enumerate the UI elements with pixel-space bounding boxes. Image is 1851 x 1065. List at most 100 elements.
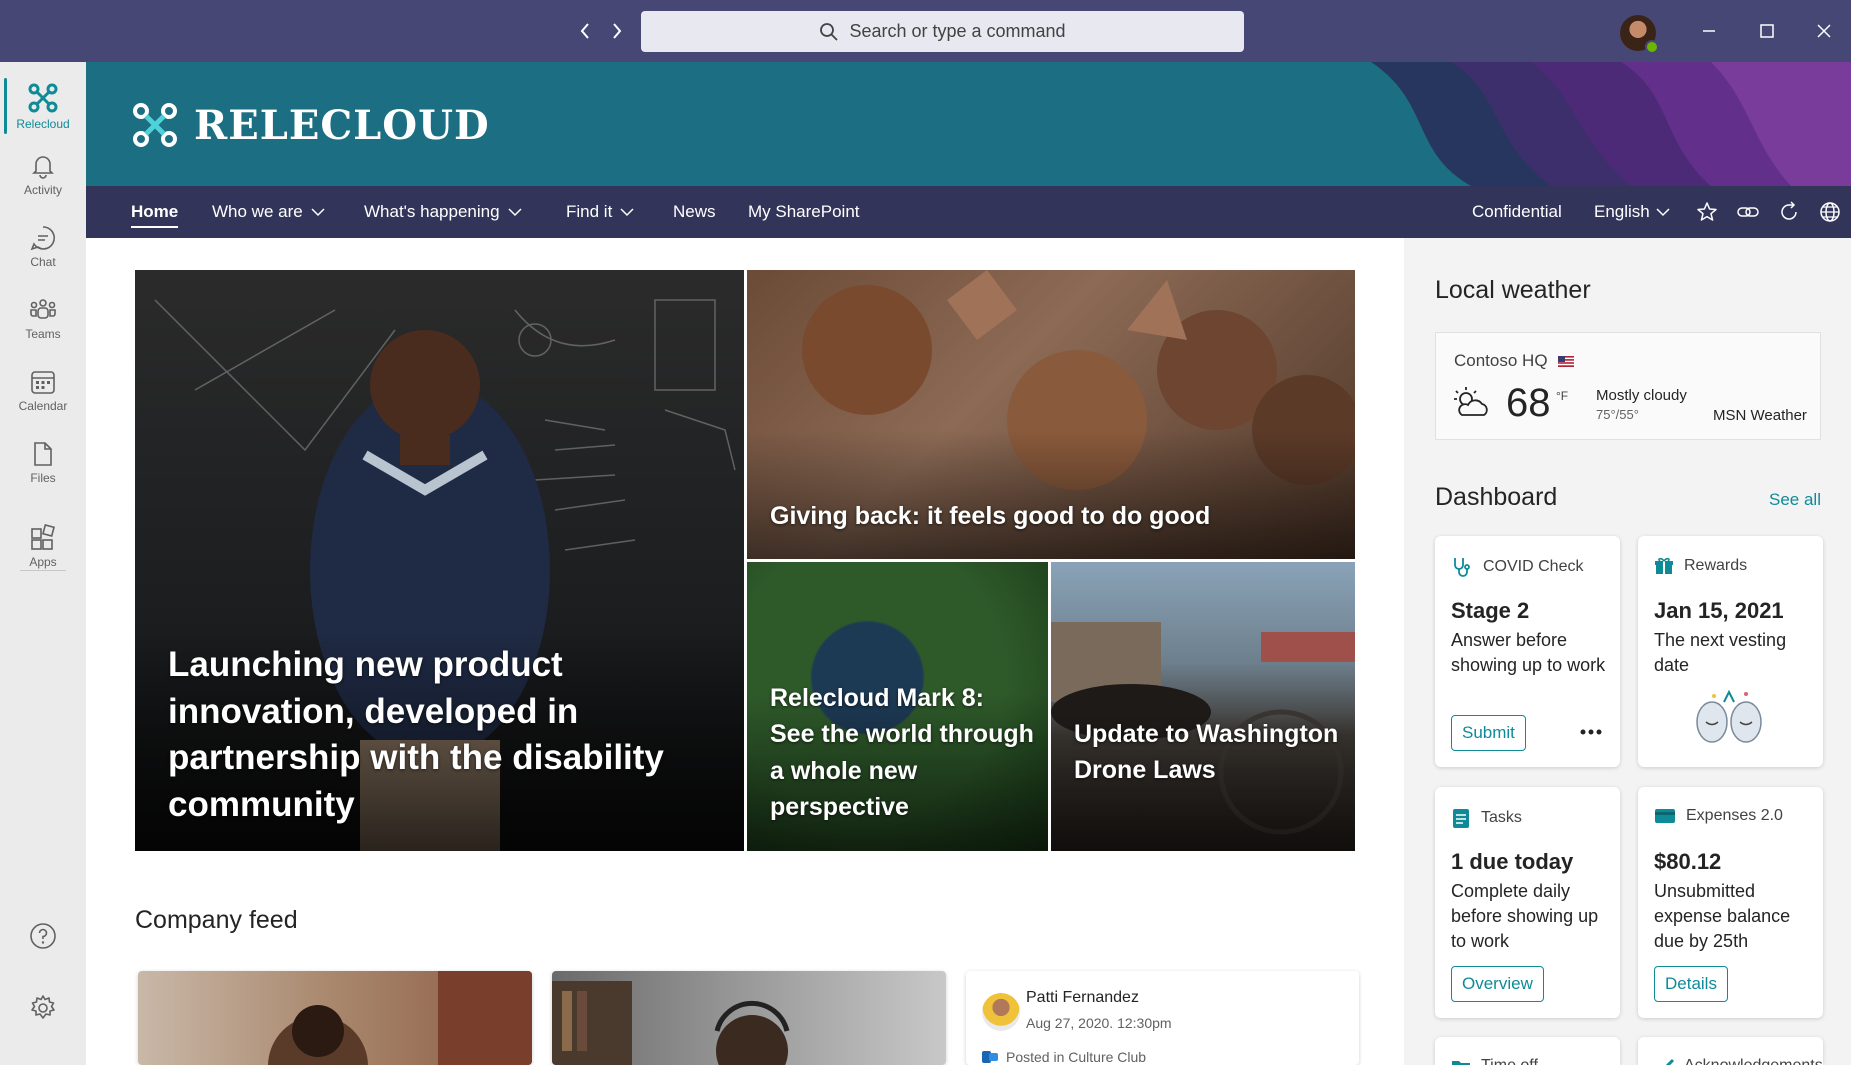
chat-icon xyxy=(29,224,57,252)
dashboard-card-covid[interactable]: COVID Check Stage 2 Answer before showin… xyxy=(1435,536,1620,767)
dashboard-title: Dashboard xyxy=(1435,483,1558,511)
card-body: Unsubmitted expense balance due by 25th xyxy=(1654,881,1791,952)
nav-whats-happening[interactable]: What's happening xyxy=(364,186,522,238)
rail-label: Activity xyxy=(23,183,62,197)
dashboard-card-tasks[interactable]: Tasks 1 due today Complete daily before … xyxy=(1435,787,1620,1018)
app-rail: Relecloud Activity Chat Teams Calendar F… xyxy=(0,62,86,1065)
site-logo[interactable]: RELECLOUD xyxy=(130,100,490,150)
close-button[interactable] xyxy=(1809,16,1839,46)
weather-range: 75°/55° xyxy=(1596,407,1639,422)
back-arrow-icon[interactable] xyxy=(574,18,596,44)
rail-label: Chat xyxy=(30,255,56,269)
weather-card[interactable]: Contoso HQ 68 °F Mostly cloudy 75°/55° M… xyxy=(1435,332,1821,440)
hero-top-right-tile[interactable]: Giving back: it feels good to do good xyxy=(747,270,1355,559)
nav-news[interactable]: News xyxy=(673,186,716,238)
card-header-label: Tasks xyxy=(1481,809,1522,826)
rail-item-apps[interactable]: Apps xyxy=(0,524,86,592)
avatar[interactable] xyxy=(1620,15,1659,54)
nav-label: What's happening xyxy=(364,202,500,221)
hero-bottom-right-caption: Update to Washington Drone Laws xyxy=(1074,720,1339,785)
card-header: Acknowledgements xyxy=(1654,1057,1823,1065)
nav-find-it[interactable]: Find it xyxy=(566,186,634,238)
weather-location: Contoso HQ xyxy=(1454,351,1574,371)
favorite-button[interactable] xyxy=(1696,186,1718,238)
rail-item-activity[interactable]: Activity xyxy=(0,152,86,220)
search-placeholder: Search or type a command xyxy=(849,21,1066,41)
settings-button[interactable] xyxy=(0,986,86,1030)
rail-item-chat[interactable]: Chat xyxy=(0,224,86,292)
nav-label: My SharePoint xyxy=(748,202,860,221)
nav-label: Find it xyxy=(566,202,613,221)
site-navigation: Home Who we are What's happening Find it… xyxy=(86,186,1851,238)
feed-post-card[interactable]: Patti Fernandez Aug 27, 2020. 12:30pm Po… xyxy=(966,971,1359,1065)
globe-icon xyxy=(1819,201,1841,223)
confidential-label: Confidential xyxy=(1472,202,1562,221)
rail-item-teams[interactable]: Teams xyxy=(0,296,86,364)
card-header: Tasks xyxy=(1451,807,1522,829)
chevron-down-icon xyxy=(620,207,634,217)
rail-item-files[interactable]: Files xyxy=(0,440,86,508)
temperature-value: 68 xyxy=(1506,381,1551,425)
help-button[interactable] xyxy=(0,914,86,958)
help-icon xyxy=(28,921,58,951)
link-icon xyxy=(1736,201,1760,223)
file-icon xyxy=(29,440,57,468)
dashboard-card-rewards[interactable]: Rewards Jan 15, 2021 The next vesting da… xyxy=(1638,536,1823,767)
card-header: Expenses 2.0 xyxy=(1654,807,1783,825)
language-selector[interactable]: English xyxy=(1594,186,1670,238)
feed-card[interactable] xyxy=(138,971,532,1065)
hero-main-tile[interactable]: Launching new product innovation, develo… xyxy=(135,270,744,851)
see-all-link[interactable]: See all xyxy=(1769,490,1821,510)
card-header: Rewards xyxy=(1654,556,1747,576)
rail-item-calendar[interactable]: Calendar xyxy=(0,368,86,436)
forward-arrow-icon[interactable] xyxy=(606,18,628,44)
maximize-button[interactable] xyxy=(1752,16,1782,46)
card-body: Answer before showing up to work xyxy=(1451,630,1606,676)
weather-condition: Mostly cloudy xyxy=(1596,387,1687,404)
bell-icon xyxy=(29,152,57,180)
sensitivity-label[interactable]: Confidential xyxy=(1472,186,1562,238)
hero-bottom-left-caption: Relecloud Mark 8: See the world through … xyxy=(770,684,1034,821)
nav-who-we-are[interactable]: Who we are xyxy=(212,186,325,238)
site-banner: RELECLOUD xyxy=(86,62,1851,186)
nav-home[interactable]: Home xyxy=(131,186,179,238)
card-title: $80.12 xyxy=(1654,849,1722,874)
details-button[interactable]: Details xyxy=(1654,966,1728,1002)
overview-button[interactable]: Overview xyxy=(1451,966,1544,1002)
rail-label: Files xyxy=(30,471,56,485)
copy-link-button[interactable] xyxy=(1736,186,1760,238)
open-in-browser-button[interactable] xyxy=(1819,186,1841,238)
feed-card-image xyxy=(268,971,532,1065)
apps-icon xyxy=(29,524,57,552)
dashboard-card-acknowledgements[interactable]: Acknowledgements xyxy=(1638,1037,1823,1065)
refresh-icon xyxy=(1778,201,1800,223)
weather-source: MSN Weather xyxy=(1713,407,1807,424)
nav-label: News xyxy=(673,202,716,221)
card-header: COVID Check xyxy=(1451,556,1583,578)
more-options-button[interactable] xyxy=(1576,722,1606,742)
hero-top-right-caption: Giving back: it feels good to do good xyxy=(770,502,1211,530)
nav-my-sharepoint[interactable]: My SharePoint xyxy=(748,186,860,238)
gear-icon xyxy=(28,993,58,1023)
relecloud-logo-icon xyxy=(130,100,180,150)
rail-item-relecloud[interactable]: Relecloud xyxy=(0,72,86,140)
card-header-label: Expenses 2.0 xyxy=(1686,807,1783,824)
hero-bottom-right-tile[interactable]: Update to Washington Drone Laws xyxy=(1051,562,1355,851)
feed-card[interactable] xyxy=(552,971,946,1065)
weather-title: Local weather xyxy=(1435,276,1591,304)
card-body: The next vesting date xyxy=(1654,630,1787,676)
card-header: Time off xyxy=(1451,1057,1538,1065)
star-icon xyxy=(1696,201,1718,223)
minimize-button[interactable] xyxy=(1694,16,1724,46)
card-header-label: Time off xyxy=(1481,1057,1538,1065)
refresh-button[interactable] xyxy=(1778,186,1800,238)
dashboard-card-time-off[interactable]: Time off xyxy=(1435,1037,1620,1065)
post-community[interactable]: Posted in Culture Club xyxy=(982,1049,1146,1065)
submit-button[interactable]: Submit xyxy=(1451,715,1526,751)
hero-main-caption: Launching new product innovation, develo… xyxy=(168,645,664,824)
hero-bottom-left-tile[interactable]: Relecloud Mark 8: See the world through … xyxy=(747,562,1048,851)
yammer-icon xyxy=(982,1050,998,1064)
site-title: RELECLOUD xyxy=(194,101,490,149)
search-input[interactable]: Search or type a command xyxy=(641,11,1244,52)
dashboard-card-expenses[interactable]: Expenses 2.0 $80.12 Unsubmitted expense … xyxy=(1638,787,1823,1018)
